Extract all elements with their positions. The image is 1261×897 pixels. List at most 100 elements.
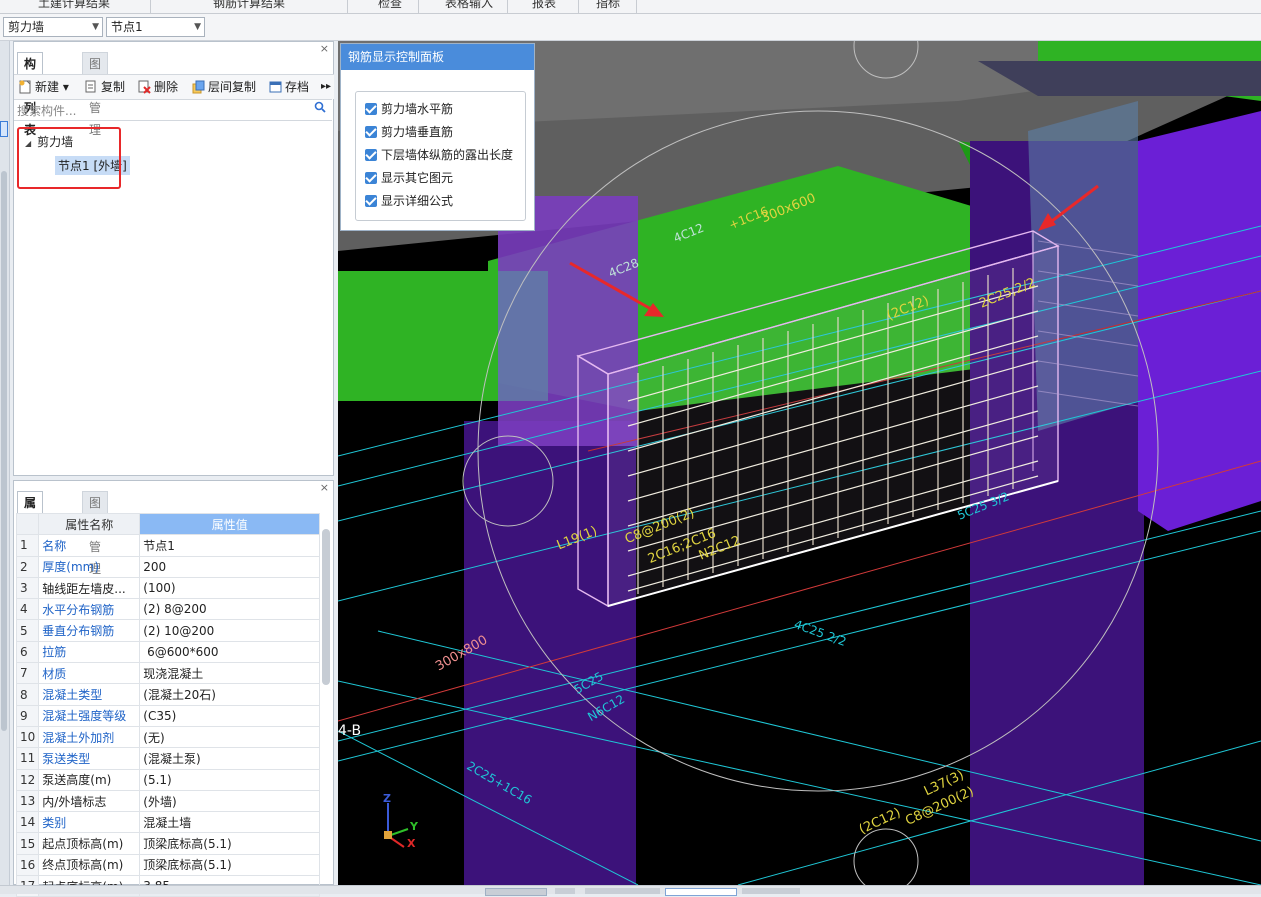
option-wall-horizontal[interactable]: 剪力墙水平筋 [365,100,453,118]
axis-z-label: Z [383,792,391,805]
component-toolbar: 新建 ▾ 复制 删除 层间复制 存档 ▸▸ [14,74,334,99]
status-control[interactable] [742,888,800,894]
property-row[interactable]: 7 材质 现浇混凝土 [15,662,321,685]
more-tools-icon[interactable]: ▸▸ [321,78,331,96]
category-select-value: 剪力墙 [8,20,45,34]
search-icon[interactable] [314,101,326,118]
property-value[interactable]: (2) 8@200 [139,598,321,621]
element-select[interactable]: 节点1 ▼ [106,17,205,37]
property-value[interactable]: 200 [139,555,321,578]
property-name: 终点顶标高(m) [38,853,141,877]
header-name: 属性名称 [38,512,141,536]
property-index: 9 [15,704,40,727]
status-control[interactable] [665,888,737,896]
status-control[interactable] [485,888,547,896]
category-select[interactable]: 剪力墙 ▼ [3,17,103,37]
tab-table-input[interactable]: 表格输入 [445,0,493,11]
property-name: 类别 [38,811,141,834]
property-row[interactable]: 12 泵送高度(m) (5.1) [15,768,321,791]
tab-reports[interactable]: 报表 [532,0,556,11]
property-name: 厚度(mm) [38,555,141,578]
property-row[interactable]: 6 拉筋 6@600*600 [15,640,321,664]
property-index: 1 [15,534,40,557]
checkbox-checked-icon[interactable] [365,195,377,207]
option-show-other-elements[interactable]: 显示其它图元 [365,169,453,187]
property-name: 水平分布钢筋 [38,598,141,621]
tab-layer-management[interactable]: 图层管理 [82,491,109,576]
property-name: 材质 [38,662,141,685]
status-control[interactable] [585,888,660,894]
property-index: 5 [15,619,40,642]
property-value[interactable]: (混凝土20石) [139,683,321,706]
property-name: 泵送类型 [38,747,141,770]
property-row[interactable]: 15 起点顶标高(m) 顶梁底标高(5.1) [15,832,321,855]
property-row[interactable]: 2 厚度(mm) 200 [15,555,321,578]
tab-property-list[interactable]: 属性列表 [17,491,44,576]
property-row[interactable]: 10 混凝土外加剂 (无) [15,725,321,749]
property-value[interactable]: 混凝土墙 [139,811,321,834]
property-scrollbar[interactable] [322,529,330,685]
tab-indicators[interactable]: 指标 [596,0,620,11]
checkbox-checked-icon[interactable] [365,126,377,138]
delete-icon [138,80,151,94]
property-value[interactable]: (无) [139,725,321,749]
property-value[interactable]: (混凝土泵) [139,747,321,770]
selector-row: 剪力墙 ▼ 节点1 ▼ [0,14,1261,41]
property-name: 混凝土强度等级 [38,704,141,727]
floor-copy-button[interactable]: 层间复制 [192,78,256,96]
property-index: 2 [15,555,40,578]
property-row[interactable]: 14 类别 混凝土墙 [15,811,321,834]
property-row[interactable]: 11 泵送类型 (混凝土泵) [15,747,321,770]
delete-button[interactable]: 删除 [138,78,178,96]
tab-drawing-management[interactable]: 图纸管理 [82,52,109,137]
property-row[interactable]: 1 名称 节点1 [15,534,321,557]
property-row[interactable]: 13 内/外墙标志 (外墙) [15,789,321,813]
option-lower-wall-exposure[interactable]: 下层墙体纵筋的露出长度 [365,146,513,164]
property-table: 属性名称 属性值 1 名称 节点1 2 厚度(mm) 200 3 轴线距左墙皮... (100)… [15,512,321,897]
property-name: 垂直分布钢筋 [38,619,141,642]
tab-rebar-results[interactable]: 钢筋计算结果 [213,0,285,11]
property-name: 泵送高度(m) [38,768,141,791]
new-button[interactable]: 新建 ▾ [19,78,69,96]
property-value[interactable]: (2) 10@200 [139,619,321,642]
property-value[interactable]: (5.1) [139,768,321,791]
component-search[interactable]: 搜索构件... [14,99,332,121]
option-wall-vertical[interactable]: 剪力墙垂直筋 [365,123,453,141]
floor-copy-icon [192,80,205,94]
checkbox-checked-icon[interactable] [365,149,377,161]
search-input[interactable]: 搜索构件... [17,102,76,119]
copy-button[interactable]: 复制 [85,78,125,96]
property-index: 8 [15,683,40,706]
close-icon[interactable]: × [320,481,329,494]
tab-civil-results[interactable]: 土建计算结果 [38,0,110,11]
checkbox-checked-icon[interactable] [365,103,377,115]
property-value[interactable]: 顶梁底标高(5.1) [139,853,321,877]
option-show-formula[interactable]: 显示详细公式 [365,192,453,210]
status-control[interactable] [555,888,575,894]
tab-check[interactable]: 检查 [378,0,402,11]
property-index: 12 [15,768,40,791]
property-value[interactable]: 6@600*600 [139,640,321,664]
left-scrollbar[interactable] [1,171,7,731]
property-index: 14 [15,811,40,834]
property-row[interactable]: 4 水平分布钢筋 (2) 8@200 [15,598,321,621]
archive-button[interactable]: 存档 [269,78,309,96]
property-row[interactable]: 16 终点顶标高(m) 顶梁底标高(5.1) [15,853,321,877]
tab-component-list[interactable]: 构件列表 [17,52,44,137]
left-edge-strip [0,41,10,893]
property-value[interactable]: 现浇混凝土 [139,662,321,685]
property-value[interactable]: 顶梁底标高(5.1) [139,832,321,855]
property-value[interactable]: (外墙) [139,789,321,813]
property-value[interactable]: 节点1 [139,534,321,557]
close-icon[interactable]: × [320,42,329,55]
panel-toggle-icon[interactable] [0,121,8,137]
property-value[interactable]: (C35) [139,704,321,727]
property-row[interactable]: 9 混凝土强度等级 (C35) [15,704,321,727]
new-doc-icon [19,80,32,94]
chevron-down-icon: ▼ [92,22,99,32]
property-row[interactable]: 3 轴线距左墙皮... (100) [15,576,321,600]
property-value[interactable]: (100) [139,576,321,600]
property-row[interactable]: 5 垂直分布钢筋 (2) 10@200 [15,619,321,642]
property-row[interactable]: 8 混凝土类型 (混凝土20石) [15,683,321,706]
checkbox-checked-icon[interactable] [365,172,377,184]
